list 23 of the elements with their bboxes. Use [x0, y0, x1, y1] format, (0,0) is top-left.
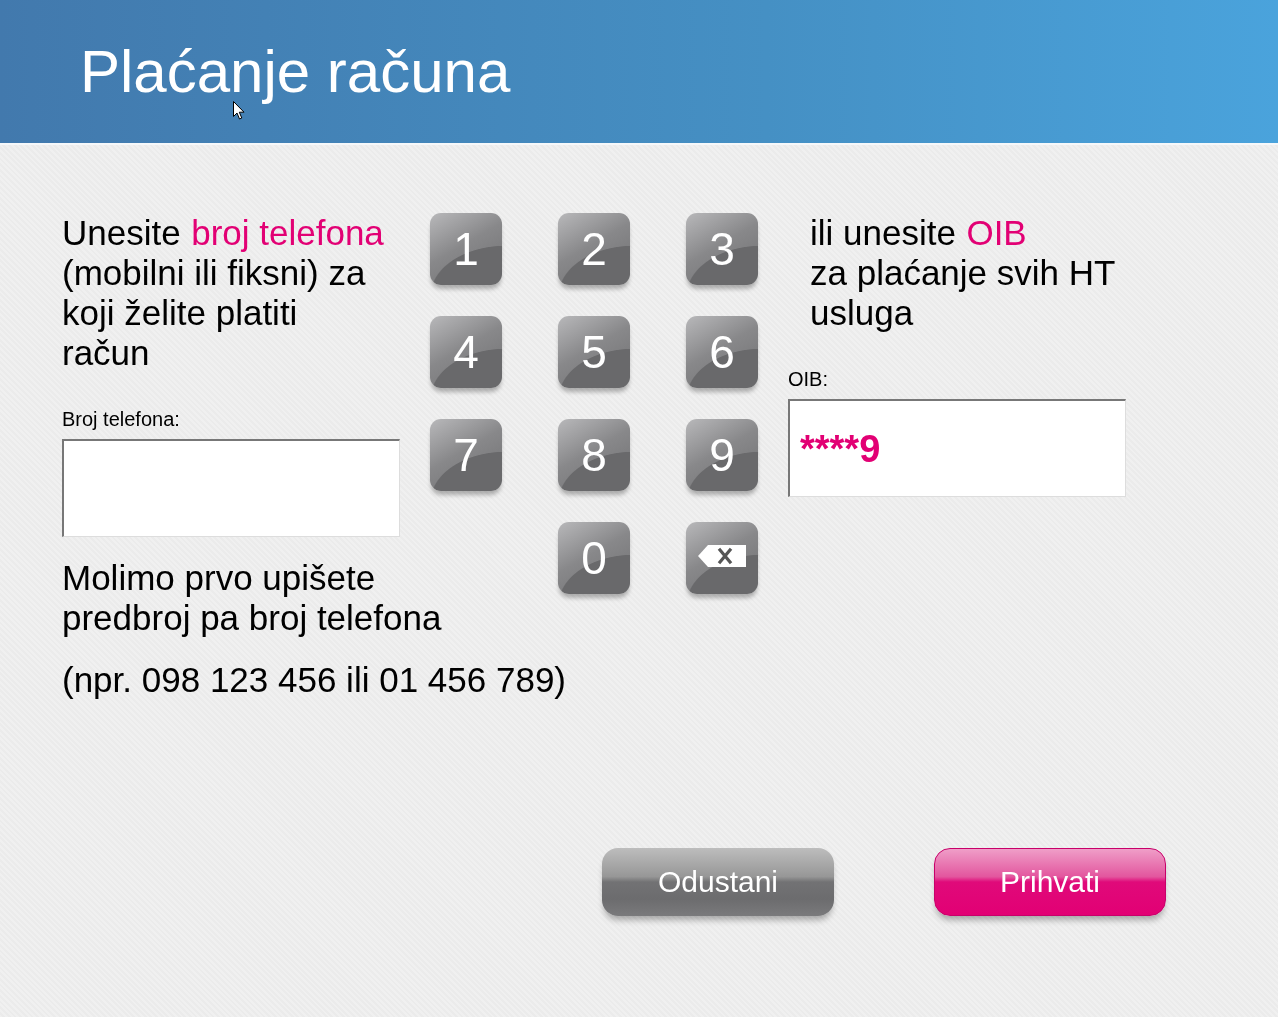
- keypad-key[interactable]: 3: [686, 213, 758, 285]
- hint-text: Molimo prvo upišete predbroj pa broj telefona: [62, 558, 443, 638]
- keypad-key[interactable]: 6: [686, 316, 758, 388]
- keypad-key[interactable]: 2: [558, 213, 630, 285]
- keypad-key[interactable]: 1: [430, 213, 502, 285]
- keypad-key[interactable]: 9: [686, 419, 758, 491]
- example-text: (npr. 098 123 456 ili 01 456 789): [62, 660, 566, 700]
- keypad-key[interactable]: 5: [558, 316, 630, 388]
- keypad-key[interactable]: 7: [430, 419, 502, 491]
- backspace-icon: [698, 545, 746, 567]
- phone-input-field[interactable]: [62, 439, 400, 537]
- phone-instruction: Unesite broj telefona (mobilni ili fiksni) za koji želite platiti račun: [62, 213, 384, 373]
- oib-input-field[interactable]: ****9: [788, 399, 1126, 497]
- backspace-key[interactable]: [686, 522, 758, 594]
- field-label: Broj telefona:: [62, 408, 180, 430]
- keypad-key[interactable]: 0: [558, 522, 630, 594]
- oib-instruction: ili unesite OIB za plaćanje svih HT usluga: [810, 213, 1116, 333]
- cancel-button[interactable]: Odustani: [602, 848, 834, 916]
- keypad-key[interactable]: 8: [558, 419, 630, 491]
- page-title: Plaćanje računa: [80, 37, 511, 106]
- accept-button[interactable]: Prihvati: [934, 848, 1166, 916]
- keypad-key[interactable]: 4: [430, 316, 502, 388]
- field-label: OIB:: [788, 368, 828, 390]
